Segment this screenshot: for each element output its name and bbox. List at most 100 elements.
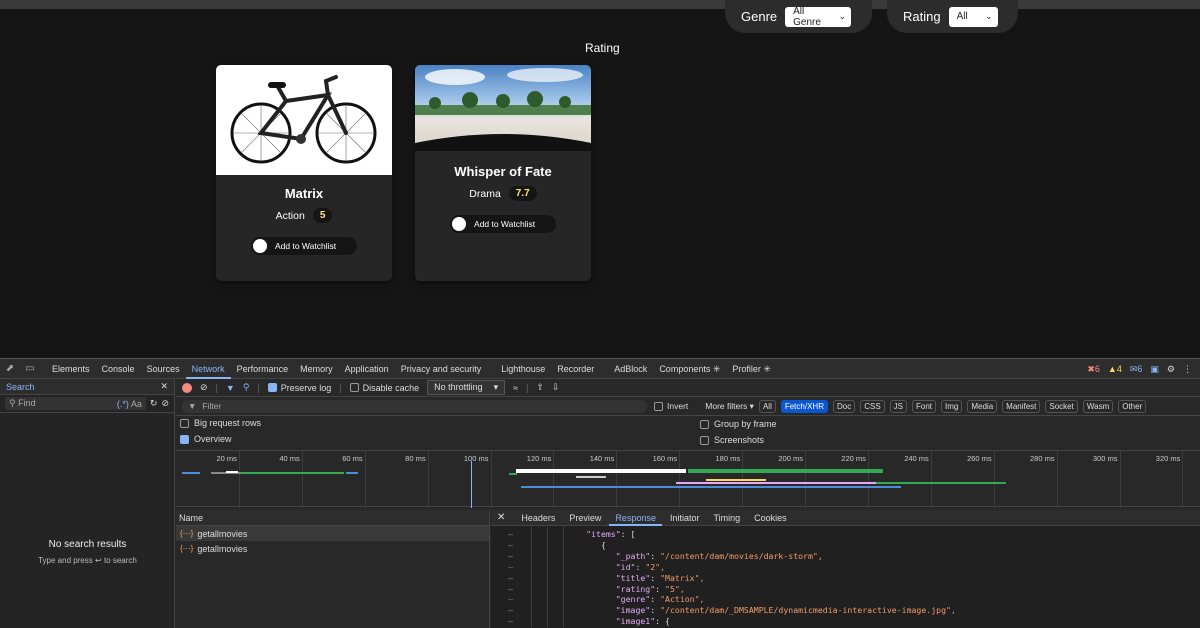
search-icon[interactable]: ⚲ xyxy=(243,382,250,393)
timeline-tick-label: 20 ms xyxy=(216,454,237,463)
timeline-gridline xyxy=(364,451,366,508)
filter-funnel-icon[interactable]: ▼ xyxy=(226,383,235,393)
indent-guide xyxy=(531,526,532,628)
more-filters-dropdown[interactable]: More filters ▾ xyxy=(705,401,754,412)
settings-gear-icon[interactable]: ⚙ xyxy=(1167,364,1175,375)
throttling-select[interactable]: No throttling ▾ xyxy=(427,380,506,395)
top-strip xyxy=(0,0,1200,9)
chip-img[interactable]: Img xyxy=(941,399,963,413)
invert-checkbox[interactable]: Invert xyxy=(654,401,688,411)
chip-wasm[interactable]: Wasm xyxy=(1082,399,1114,413)
timeline-gridline xyxy=(490,451,492,508)
download-icon[interactable]: ⇩ xyxy=(552,382,560,393)
tab-preview[interactable]: Preview xyxy=(563,510,607,526)
tab-response[interactable]: Response xyxy=(609,510,662,526)
chip-js[interactable]: JS xyxy=(889,399,907,413)
device-toggle-icon[interactable]: ▭ xyxy=(20,363,40,374)
devtools-tab-console[interactable]: Console xyxy=(96,359,141,379)
devtools-tab-adblock[interactable]: AdBlock xyxy=(608,359,653,379)
chip-media[interactable]: Media xyxy=(967,399,998,413)
search-input[interactable]: ⚲ Find (.*) Aa xyxy=(5,397,146,410)
inspect-element-icon[interactable]: ⬈ xyxy=(0,363,20,374)
response-body[interactable]: – "items": [– {– "_path": "/content/dam/… xyxy=(491,526,1200,628)
rating-select-value: All xyxy=(956,11,968,22)
genre-select[interactable]: All Genre ⌄ xyxy=(785,6,852,28)
timeline-tick-label: 200 ms xyxy=(778,454,803,463)
search-find-row: ⚲ Find (.*) Aa ↻ ⊘ xyxy=(0,395,174,413)
chip-manifest[interactable]: Manifest xyxy=(1002,399,1041,413)
preserve-log-checkbox[interactable]: Preserve log xyxy=(267,383,331,393)
filter-input[interactable]: ▼ Filter xyxy=(182,399,647,413)
tab-initiator[interactable]: Initiator xyxy=(664,510,706,526)
tab-cookies[interactable]: Cookies xyxy=(748,510,793,526)
response-line: – "_path": "/content/dam/movies/dark-sto… xyxy=(508,550,823,561)
chip-fetch-xhr[interactable]: Fetch/XHR xyxy=(780,399,828,413)
devtools-tab-lighthouse[interactable]: Lighthouse xyxy=(495,359,551,379)
timeline-request-bar xyxy=(521,486,901,488)
watchlist-toggle[interactable]: Add to Watchlist xyxy=(251,237,357,255)
devtools-tab-recorder[interactable]: Recorder xyxy=(551,359,600,379)
chip-css[interactable]: CSS xyxy=(860,399,885,413)
devtools-tab-application[interactable]: Application xyxy=(339,359,395,379)
movie-card[interactable]: Whisper of Fate Drama 7.7 Add to Watchli… xyxy=(415,65,591,281)
clear-log-icon[interactable]: ⊘ xyxy=(200,382,208,393)
devtools-tab-elements[interactable]: Elements xyxy=(46,359,96,379)
movie-poster-bicycle xyxy=(216,65,392,175)
detail-tab-bar: ✕ Headers Preview Response Initiator Tim… xyxy=(491,510,1200,526)
response-line: – "genre": "Action", xyxy=(508,594,705,605)
big-request-rows-checkbox[interactable]: Big request rows xyxy=(180,418,261,428)
timeline-gridline xyxy=(805,451,806,508)
web-page: Genre All Genre ⌄ Rating All ⌄ Rating Ma… xyxy=(0,0,1200,358)
devtools-tab-sources[interactable]: Sources xyxy=(141,359,186,379)
devtools-tab-network[interactable]: Network xyxy=(185,359,231,379)
chip-socket[interactable]: Socket xyxy=(1045,399,1078,413)
network-overview-timeline[interactable]: 20 ms 40 ms 60 ms 80 ms 100 ms 120 ms 140 ms 16… xyxy=(176,450,1200,508)
wifi-icon[interactable]: ≈ xyxy=(513,383,518,393)
response-line: – "image": "/content/dam/_DMSAMPLE/dynam… xyxy=(508,605,956,616)
devtools-tab-components[interactable]: Components ✳ xyxy=(653,359,726,379)
request-name: getallmovies xyxy=(197,528,248,539)
message-count[interactable]: ✉6 xyxy=(1130,364,1143,375)
devtools-tab-profiler[interactable]: Profiler ✳ xyxy=(726,359,777,379)
warning-count[interactable]: ▲4 xyxy=(1108,364,1122,374)
network-toolbar: ⊘ | ▼ ⚲ | Preserve log | Disable cache N… xyxy=(176,379,1200,397)
chip-doc[interactable]: Doc xyxy=(832,399,856,413)
chip-font[interactable]: Font xyxy=(912,399,937,413)
watchlist-toggle[interactable]: Add to Watchlist xyxy=(450,215,556,233)
request-row[interactable]: {⋯} getallmovies xyxy=(176,541,489,556)
devtools-status: ✖6 ▲4 ✉6 ▣ ⚙ ⋮ xyxy=(1087,359,1192,379)
clear-icon[interactable]: ⊘ xyxy=(161,398,169,409)
devtools-tab-performance[interactable]: Performance xyxy=(231,359,295,379)
regex-toggle[interactable]: (.*) xyxy=(117,399,129,409)
close-icon[interactable]: ✕ xyxy=(160,381,168,392)
search-panel-header: Search ✕ xyxy=(0,379,174,395)
invert-label: Invert xyxy=(667,401,689,411)
chip-all[interactable]: All xyxy=(758,399,776,413)
tab-timing[interactable]: Timing xyxy=(707,510,746,526)
more-options-icon[interactable]: ⋮ xyxy=(1183,364,1192,375)
case-toggle[interactable]: Aa xyxy=(131,399,142,409)
checkbox-unchecked xyxy=(349,383,359,392)
chip-other[interactable]: Other xyxy=(1118,399,1147,413)
extension-icon[interactable]: ▣ xyxy=(1150,364,1159,375)
devtools-tab-privacy[interactable]: Privacy and security xyxy=(395,359,488,379)
movie-card[interactable]: Matrix Action 5 Add to Watchlist xyxy=(216,65,392,281)
overview-checkbox[interactable]: Overview xyxy=(180,434,232,444)
search-panel-title[interactable]: Search xyxy=(6,382,35,392)
close-icon[interactable]: ✕ xyxy=(497,512,505,523)
error-count[interactable]: ✖6 xyxy=(1087,364,1100,375)
group-by-frame-checkbox[interactable]: Group by frame xyxy=(700,419,777,429)
screenshots-checkbox[interactable]: Screenshots xyxy=(700,435,764,445)
upload-icon[interactable]: ⇧ xyxy=(536,382,544,393)
record-stop-icon[interactable] xyxy=(182,382,192,393)
rating-select[interactable]: All ⌄ xyxy=(948,6,998,27)
chevron-down-icon: ⌄ xyxy=(985,11,993,21)
disable-cache-checkbox[interactable]: Disable cache xyxy=(349,383,419,393)
request-row[interactable]: {⋯} getallmovies xyxy=(176,526,489,541)
devtools-tab-memory[interactable]: Memory xyxy=(294,359,339,379)
tab-headers[interactable]: Headers xyxy=(515,510,561,526)
timeline-tick-label: 300 ms xyxy=(1092,454,1118,463)
request-list-header[interactable]: Name xyxy=(176,510,489,526)
checkbox-unchecked xyxy=(180,418,189,428)
refresh-icon[interactable]: ↻ xyxy=(150,398,158,409)
